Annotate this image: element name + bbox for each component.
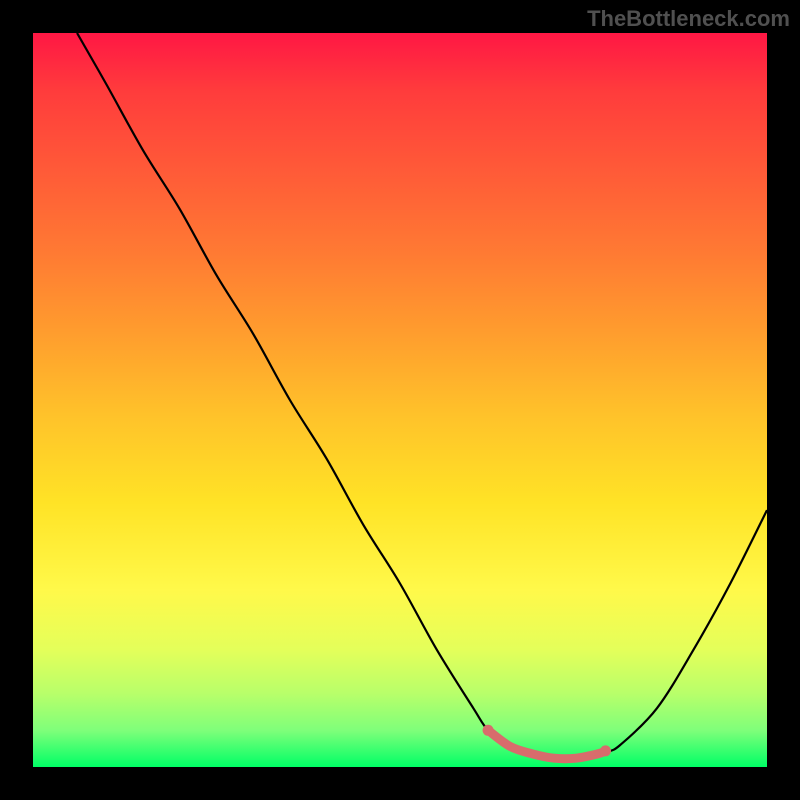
watermark-text: TheBottleneck.com [587,6,790,32]
bottleneck-curve-line [77,33,767,761]
optimal-zone-highlight [483,725,611,759]
plot-area [33,33,767,767]
chart-svg [33,33,767,767]
